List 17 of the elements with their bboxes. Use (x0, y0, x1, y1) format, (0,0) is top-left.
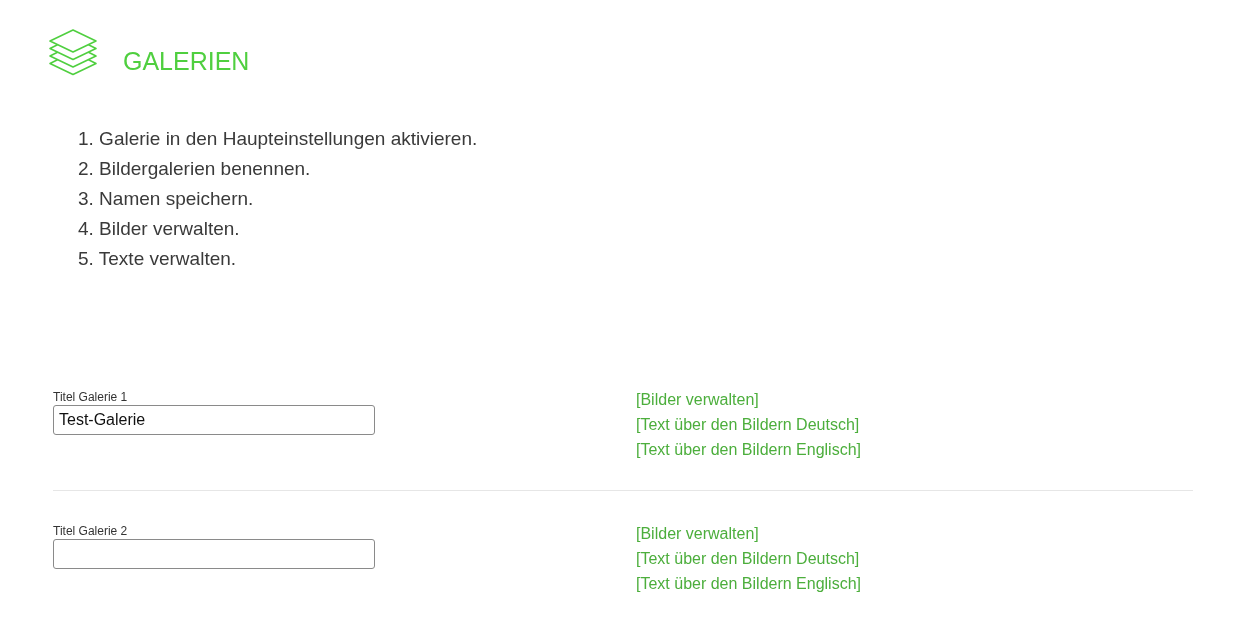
layers-icon (48, 28, 98, 78)
link[interactable]: [Text über den Bildern Englisch] (636, 437, 861, 462)
instruction-step: 2. Bildergalerien benennen. (78, 154, 311, 184)
input-field[interactable]: Test-Galerie (53, 405, 375, 435)
instruction-step: 4. Bilder verwalten. (78, 214, 240, 244)
link[interactable]: [Bilder verwalten] (636, 387, 759, 412)
link[interactable]: [Text über den Bildern Deutsch] (636, 546, 860, 571)
instruction-step: 1. Galerie in den Haupteinstellungen aktivieren. (78, 124, 478, 154)
instruction-step: 3. Namen speichern. (78, 184, 254, 214)
page-title: GALERIEN (123, 46, 250, 76)
input-field[interactable] (53, 539, 375, 569)
field-label: Titel Galerie 2 (53, 523, 128, 539)
field-label: Titel Galerie 1 (53, 389, 128, 405)
instruction-step: 5. Texte verwalten. (78, 244, 237, 274)
link[interactable]: [Text über den Bildern Deutsch] (636, 412, 860, 437)
link[interactable]: [Text über den Bildern Englisch] (636, 571, 861, 596)
link[interactable]: [Bilder verwalten] (636, 521, 759, 546)
